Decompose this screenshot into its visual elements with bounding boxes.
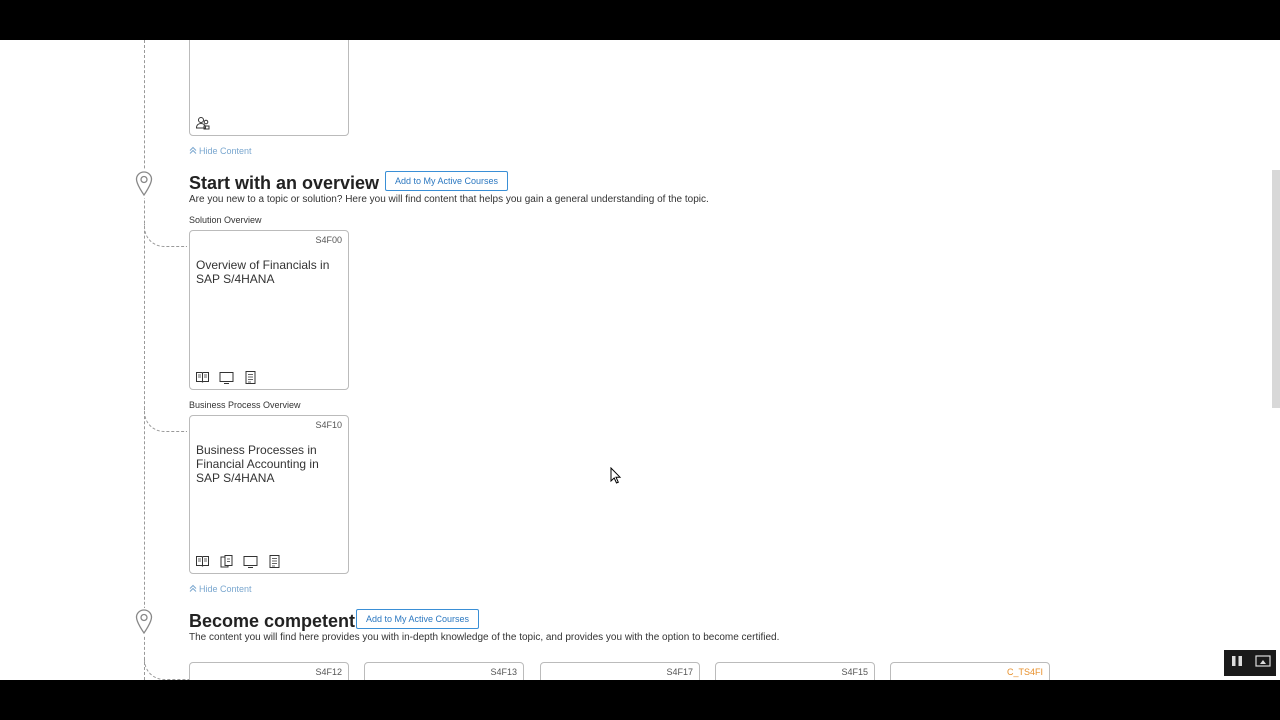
section-description: The content you will find here provides …: [189, 632, 780, 643]
letterbox-bottom: [0, 680, 1280, 720]
picture-in-picture-icon[interactable]: [1254, 654, 1271, 673]
book-icon: [195, 554, 210, 569]
card-label-solution-overview: Solution Overview: [189, 215, 262, 225]
mouse-cursor-icon: [610, 466, 622, 489]
people-icon: [195, 116, 210, 131]
course-card-s4f12[interactable]: S4F12: [189, 662, 349, 680]
section-title-competent: Become competent: [189, 611, 356, 631]
course-code: S4F10: [315, 420, 342, 430]
card-icons: [195, 116, 210, 131]
add-to-active-courses-button[interactable]: Add to My Active Courses: [385, 171, 509, 191]
course-card-s4f13[interactable]: S4F13: [364, 662, 524, 680]
card-icons: [195, 370, 258, 385]
hide-content-link[interactable]: Hide Content: [189, 146, 252, 156]
location-pin-icon: [134, 170, 154, 198]
hide-content-link[interactable]: Hide Content: [189, 584, 252, 594]
course-code: S4F12: [315, 667, 342, 677]
monitor-icon: [243, 554, 258, 569]
certification-code: C_TS4FI: [1006, 667, 1043, 677]
document-icon: [243, 370, 258, 385]
location-pin-icon: [134, 608, 154, 636]
timeline-connector: [144, 657, 191, 680]
course-card-s4f17[interactable]: S4F17: [540, 662, 700, 680]
timeline-connector: [144, 409, 187, 432]
video-controls: [1224, 650, 1276, 676]
course-card-s4f15[interactable]: S4F15: [715, 662, 875, 680]
book-icon: [195, 370, 210, 385]
timeline-line: [144, 40, 145, 680]
section-title-overview: Start with an overview: [189, 173, 380, 193]
course-title: Overview of Financials in SAP S/4HANA: [196, 258, 330, 286]
course-code: S4F13: [490, 667, 517, 677]
document-icon: [267, 554, 282, 569]
course-card-s4f00[interactable]: S4F00 Overview of Financials in SAP S/4H…: [189, 230, 349, 390]
card-label-business-process-overview: Business Process Overview: [189, 400, 301, 410]
course-card-c-ts4fi[interactable]: C_TS4FI: [890, 662, 1050, 680]
hide-content-label: Hide Content: [199, 584, 252, 594]
timeline-connector: [144, 224, 187, 247]
course-card-s4f10[interactable]: S4F10 Business Processes in Financial Ac…: [189, 415, 349, 574]
course-card-partial[interactable]: [189, 40, 349, 136]
copy-icon: [219, 554, 234, 569]
card-icons: [195, 554, 282, 569]
monitor-icon: [219, 370, 234, 385]
hide-content-label: Hide Content: [199, 146, 252, 156]
letterbox-top: [0, 0, 1280, 40]
chevron-up-icon: [189, 584, 197, 594]
scrollbar-thumb[interactable]: [1272, 170, 1280, 408]
course-code: S4F00: [315, 235, 342, 245]
pause-icon[interactable]: [1230, 654, 1244, 673]
learning-journey-page: Hide Content Start with an overview Add …: [0, 40, 1280, 680]
chevron-up-icon: [189, 146, 197, 156]
course-title: Business Processes in Financial Accounti…: [196, 443, 319, 485]
add-to-active-courses-button[interactable]: Add to My Active Courses: [356, 609, 480, 629]
course-code: S4F15: [841, 667, 868, 677]
section-description: Are you new to a topic or solution? Here…: [189, 194, 709, 205]
course-code: S4F17: [666, 667, 693, 677]
